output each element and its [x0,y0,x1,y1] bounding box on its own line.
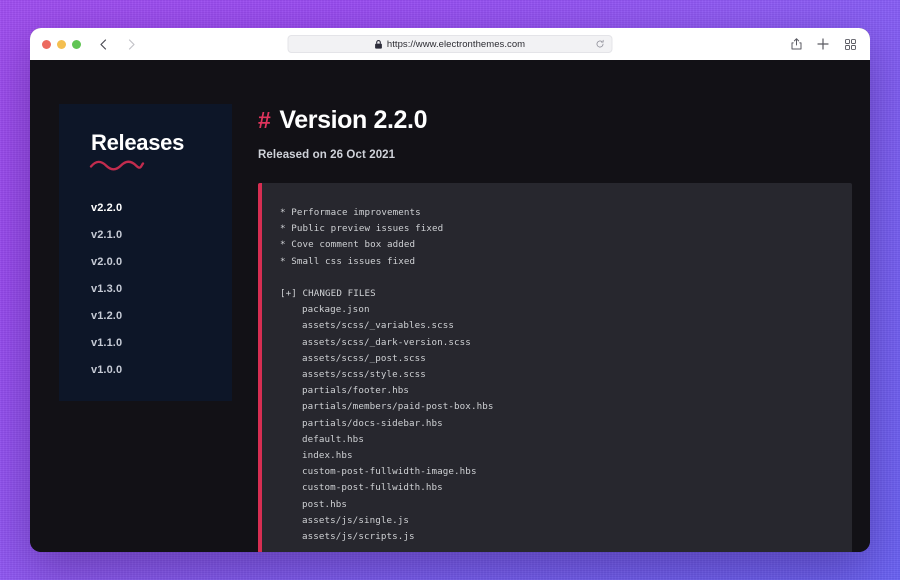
code-line: * Cove comment box added [280,239,416,251]
close-window-button[interactable] [42,39,51,49]
toolbar-actions [788,36,858,52]
sidebar-title: Releases [91,130,185,155]
share-button[interactable] [788,36,804,52]
list-item: v1.2.0 [59,302,232,329]
plus-icon [817,38,829,50]
chevron-right-icon [128,38,135,50]
code-line: custom-post-fullwidth.hbs [302,482,443,494]
url-text: https://www.electronthemes.com [386,38,526,50]
back-button[interactable] [93,35,113,53]
grid-icon [844,38,856,50]
share-icon [791,38,801,50]
list-item: v1.1.0 [59,329,232,356]
squiggle-underline-icon [59,158,232,172]
version-link-v2-1-0[interactable]: v2.1.0 [59,221,232,248]
code-line: default.hbs [302,433,364,445]
version-link-v2-2-0[interactable]: v2.2.0 [59,194,232,221]
code-line: assets/scss/_variables.scss [302,320,455,332]
maximize-window-button[interactable] [72,39,81,49]
code-line: assets/scss/_dark-version.scss [302,336,471,348]
version-link-v1-2-0[interactable]: v1.2.0 [59,302,232,329]
changelog-code-block: * Performace improvements * Public previe… [258,183,852,552]
list-item: v1.0.0 [59,356,232,383]
release-date: Released on 26 Oct 2021 [258,149,396,161]
releases-sidebar: Releases v2.2.0 v2.1.0 v2.0.0 v1.3.0 v1.… [59,104,232,401]
version-link-v1-3-0[interactable]: v1.3.0 [59,275,232,302]
code-line: [+] CHANGED FILES [280,288,376,299]
code-line: assets/scss/_post.scss [302,352,426,364]
list-item: v2.2.0 [59,194,232,221]
version-link-v1-0-0[interactable]: v1.0.0 [59,356,232,383]
chevron-left-icon [99,38,106,50]
lock-icon [375,39,383,49]
list-item: v2.1.0 [59,221,232,248]
code-line: assets/js/single.js [302,514,409,526]
code-line: * Performace improvements [280,207,421,218]
changelog-text: * Performace improvements * Public previe… [280,205,832,545]
address-bar-container: https://www.electronthemes.com [287,35,613,53]
new-tab-button[interactable] [815,36,831,52]
tab-overview-button[interactable] [842,36,858,52]
code-line: index.hbs [302,450,353,462]
version-list: v2.2.0 v2.1.0 v2.0.0 v1.3.0 v1.2.0 v1.1.… [59,194,232,383]
code-line: * Public preview issues fixed [280,223,444,235]
release-title-text: Version 2.2.0 [279,106,428,134]
code-line: assets/js/scripts.js [302,531,415,543]
code-line: post.hbs [302,498,348,510]
code-line: partials/footer.hbs [302,385,409,397]
release-notes-main: # Version 2.2.0 Released on 26 Oct 2021 … [232,104,870,552]
list-item: v2.0.0 [59,248,232,275]
navigation-buttons [93,35,141,53]
list-item: v1.3.0 [59,275,232,302]
page-content: Releases v2.2.0 v2.1.0 v2.0.0 v1.3.0 v1.… [30,60,870,552]
page-title: # Version 2.2.0 [258,106,852,135]
code-line: assets/scss/style.scss [302,369,426,381]
version-link-v2-0-0[interactable]: v2.0.0 [59,248,232,275]
minimize-window-button[interactable] [57,39,66,49]
window-controls [42,39,81,49]
code-line: partials/members/paid-post-box.hbs [302,401,494,413]
reload-icon[interactable] [596,39,605,49]
hash-symbol: # [258,107,271,133]
forward-button[interactable] [121,35,141,53]
code-line: partials/docs-sidebar.hbs [302,417,443,429]
version-link-v1-1-0[interactable]: v1.1.0 [59,329,232,356]
browser-window: https://www.electronthemes.com Releases … [30,28,870,552]
code-line: custom-post-fullwidth-image.hbs [302,466,477,478]
code-line: package.json [302,304,370,316]
address-bar[interactable]: https://www.electronthemes.com [287,35,613,53]
code-line: * Small css issues fixed [280,255,416,267]
browser-toolbar: https://www.electronthemes.com [30,28,870,60]
